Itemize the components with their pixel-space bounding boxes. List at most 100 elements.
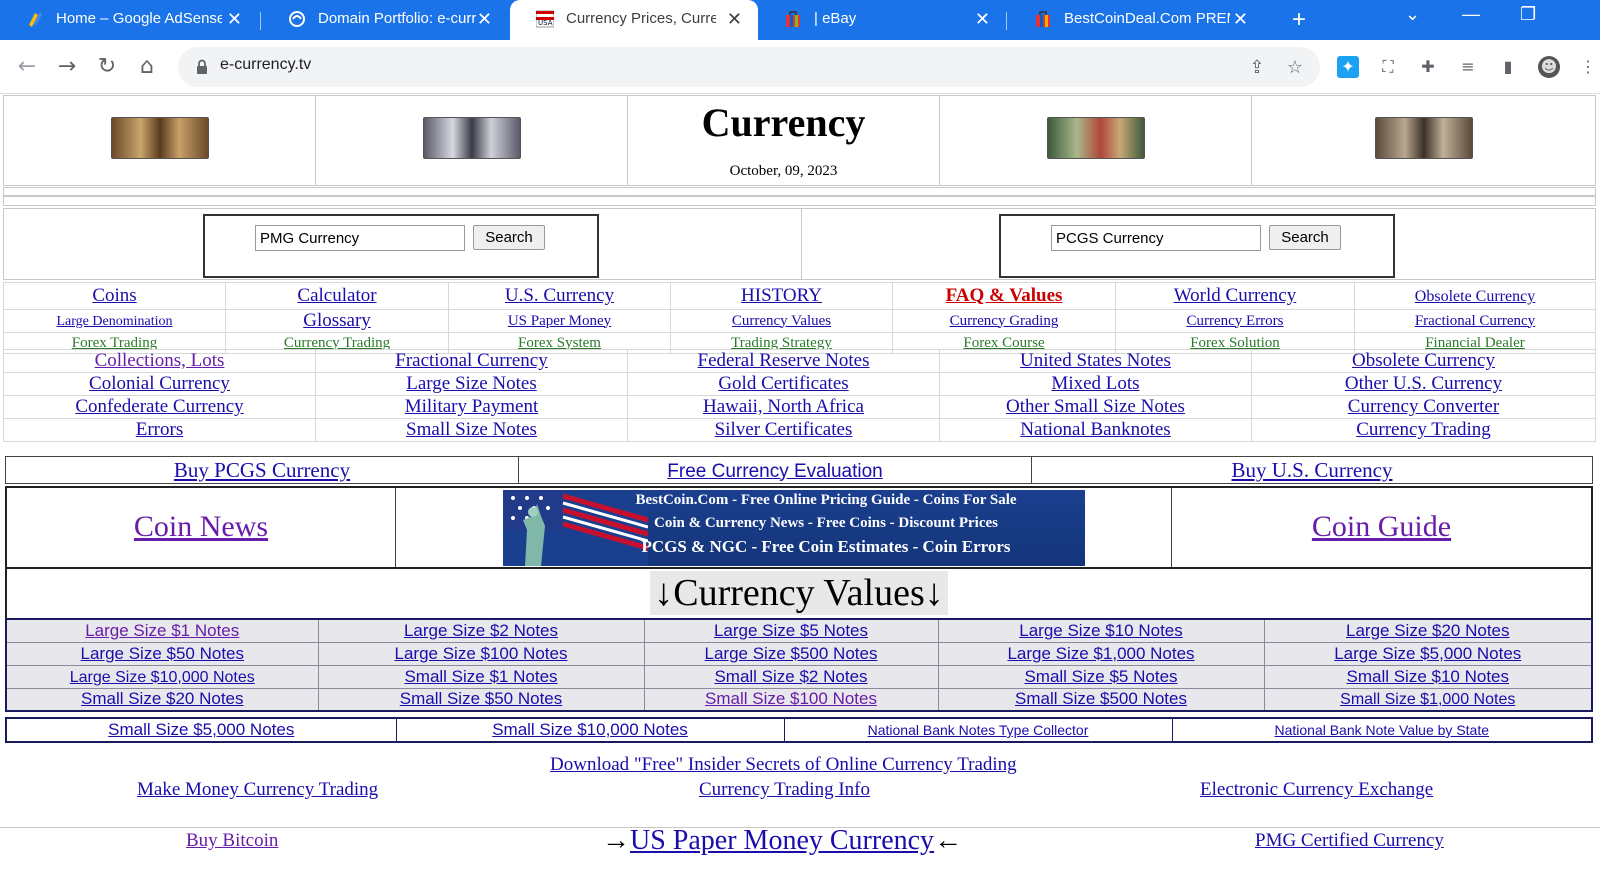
banknote-image[interactable] (1374, 117, 1473, 159)
nav-faq-values[interactable]: FAQ & Values (946, 285, 1063, 306)
free-currency-evaluation-link[interactable]: Free Currency Evaluation (667, 461, 882, 482)
pmg-certified-currency-link[interactable]: PMG Certified Currency (1255, 830, 1444, 852)
nav-history[interactable]: HISTORY (741, 285, 822, 306)
nav-united-states-notes[interactable]: United States Notes (1020, 350, 1171, 371)
nav-other-small-size-notes[interactable]: Other Small Size Notes (1006, 396, 1185, 417)
national-bank-notes-type-collector-link[interactable]: National Bank Notes Type Collector (868, 722, 1089, 738)
nav-currency-errors[interactable]: Currency Errors (1186, 313, 1283, 329)
nav-national-banknotes[interactable]: National Banknotes (1020, 419, 1170, 440)
small-size-100-notes-link[interactable]: Small Size $100 Notes (705, 689, 877, 708)
nav-errors[interactable]: Errors (136, 419, 183, 440)
large-size-10-notes-link[interactable]: Large Size $10 Notes (1019, 621, 1183, 640)
url-text[interactable]: e-currency.tv (220, 56, 311, 74)
small-size-50-notes-link[interactable]: Small Size $50 Notes (400, 689, 563, 708)
back-icon[interactable]: ← (14, 54, 40, 80)
nav-hawaii-north-africa[interactable]: Hawaii, North Africa (703, 396, 864, 417)
make-money-currency-trading-link[interactable]: Make Money Currency Trading (137, 779, 378, 801)
home-icon[interactable]: ⌂ (134, 54, 160, 80)
buy-pcgs-currency-link[interactable]: Buy PCGS Currency (174, 458, 350, 482)
nav-calculator[interactable]: Calculator (297, 285, 376, 306)
small-size-1-notes-link[interactable]: Small Size $1 Notes (404, 667, 557, 686)
us-paper-money-currency-link[interactable]: US Paper Money Currency (630, 825, 934, 856)
banknote-image[interactable] (110, 117, 209, 159)
download-insider-secrets-link[interactable]: Download "Free" Insider Secrets of Onlin… (550, 754, 1017, 776)
buy-bitcoin-link[interactable]: Buy Bitcoin (186, 830, 278, 852)
nav-colonial-currency[interactable]: Colonial Currency (89, 373, 230, 394)
nav-glossary[interactable]: Glossary (303, 310, 371, 331)
nav-federal-reserve-notes[interactable]: Federal Reserve Notes (698, 350, 870, 371)
nav-small-size-notes[interactable]: Small Size Notes (406, 419, 537, 440)
large-size-20-notes-link[interactable]: Large Size $20 Notes (1346, 621, 1510, 640)
large-size-5000-notes-link[interactable]: Large Size $5,000 Notes (1334, 644, 1521, 663)
large-size-100-notes-link[interactable]: Large Size $100 Notes (395, 644, 568, 663)
nav-other-us-currency[interactable]: Other U.S. Currency (1345, 373, 1502, 394)
restore-icon[interactable]: ❐ (1520, 4, 1536, 25)
large-size-5-notes-link[interactable]: Large Size $5 Notes (714, 621, 868, 640)
banknote-image[interactable] (1046, 117, 1145, 159)
new-tab-button[interactable]: + (1292, 6, 1306, 34)
share-icon[interactable]: ⇪ (1246, 57, 1268, 79)
nav-us-currency[interactable]: U.S. Currency (505, 285, 614, 306)
close-icon[interactable]: ✕ (975, 8, 990, 30)
pmg-search-button[interactable]: Search (473, 225, 545, 250)
close-icon[interactable]: ✕ (727, 8, 742, 30)
small-size-500-notes-link[interactable]: Small Size $500 Notes (1015, 689, 1187, 708)
twitter-extension-icon[interactable]: ✦ (1337, 56, 1359, 78)
nav-currency-trading[interactable]: Currency Trading (1356, 419, 1491, 440)
avatar[interactable]: ☻ (1538, 56, 1560, 78)
tab-currency-prices[interactable]: USA Currency Prices, Currency ✕ (510, 0, 758, 40)
nav-currency-converter[interactable]: Currency Converter (1348, 396, 1499, 417)
tab-ebay[interactable]: | eBay ✕ (758, 0, 1006, 40)
small-size-1000-notes-link[interactable]: Small Size $1,000 Notes (1340, 691, 1515, 708)
banknote-image[interactable] (422, 117, 521, 159)
tab-bestcoindeal[interactable]: BestCoinDeal.Com PREM ✕ (1008, 0, 1264, 40)
nav-military-payment[interactable]: Military Payment (405, 396, 539, 417)
extensions-puzzle-icon[interactable]: ✚ (1417, 56, 1439, 78)
small-size-20-notes-link[interactable]: Small Size $20 Notes (81, 689, 244, 708)
nav-collections-lots[interactable]: Collections, Lots (95, 350, 225, 371)
electronic-currency-exchange-link[interactable]: Electronic Currency Exchange (1200, 779, 1433, 801)
pcgs-search-input[interactable] (1051, 225, 1261, 251)
tab-search-icon[interactable]: ⌄ (1405, 4, 1420, 25)
address-bar[interactable]: e-currency.tv ⇪ ☆ (178, 47, 1320, 87)
small-size-2-notes-link[interactable]: Small Size $2 Notes (714, 667, 867, 686)
pmg-search-input[interactable] (255, 225, 465, 251)
large-size-50-notes-link[interactable]: Large Size $50 Notes (81, 644, 245, 663)
reload-icon[interactable]: ↻ (94, 54, 120, 80)
nav-confederate-currency[interactable]: Confederate Currency (75, 396, 243, 417)
tab-adsense[interactable]: Home – Google AdSense ✕ (0, 0, 258, 40)
pcgs-search-button[interactable]: Search (1269, 225, 1341, 250)
bookmark-star-icon[interactable]: ☆ (1284, 57, 1306, 79)
minimize-icon[interactable]: — (1462, 4, 1480, 25)
large-size-1-notes-link[interactable]: Large Size $1 Notes (85, 621, 239, 640)
buy-us-currency-link[interactable]: Buy U.S. Currency (1232, 458, 1393, 482)
close-icon[interactable]: ✕ (227, 8, 242, 30)
large-size-1000-notes-link[interactable]: Large Size $1,000 Notes (1007, 644, 1194, 663)
nav-world-currency[interactable]: World Currency (1174, 285, 1296, 306)
nav-gold-certificates[interactable]: Gold Certificates (718, 373, 848, 394)
reading-list-icon[interactable]: ≡ (1457, 56, 1479, 78)
nav-large-size-notes[interactable]: Large Size Notes (406, 373, 537, 394)
small-size-5-notes-link[interactable]: Small Size $5 Notes (1024, 667, 1177, 686)
nav-fractional-currency[interactable]: Fractional Currency (1415, 313, 1535, 329)
side-panel-icon[interactable]: ▮ (1497, 56, 1519, 78)
nav-silver-certificates[interactable]: Silver Certificates (715, 419, 853, 440)
close-icon[interactable]: ✕ (477, 8, 492, 30)
nav-mixed-lots[interactable]: Mixed Lots (1051, 373, 1139, 394)
nav-fractional-currency[interactable]: Fractional Currency (395, 350, 547, 371)
large-size-500-notes-link[interactable]: Large Size $500 Notes (705, 644, 878, 663)
nav-us-paper-money[interactable]: US Paper Money (508, 313, 611, 329)
small-size-10000-notes-link[interactable]: Small Size $10,000 Notes (492, 720, 688, 739)
nav-obsolete-currency[interactable]: Obsolete Currency (1352, 350, 1495, 371)
nav-coins[interactable]: Coins (92, 285, 136, 306)
nav-currency-values[interactable]: Currency Values (732, 313, 831, 329)
large-size-2-notes-link[interactable]: Large Size $2 Notes (404, 621, 558, 640)
coin-guide-link[interactable]: Coin Guide (1312, 510, 1451, 543)
nav-large-denomination[interactable]: Large Denomination (57, 314, 173, 329)
small-size-10-notes-link[interactable]: Small Size $10 Notes (1346, 667, 1509, 686)
tab-domain-portfolio[interactable]: Domain Portfolio: e-curr ✕ (262, 0, 508, 40)
nav-currency-grading[interactable]: Currency Grading (950, 313, 1059, 329)
large-size-10000-notes-link[interactable]: Large Size $10,000 Notes (70, 669, 255, 686)
small-size-5000-notes-link[interactable]: Small Size $5,000 Notes (108, 720, 294, 739)
coin-news-link[interactable]: Coin News (134, 510, 268, 543)
